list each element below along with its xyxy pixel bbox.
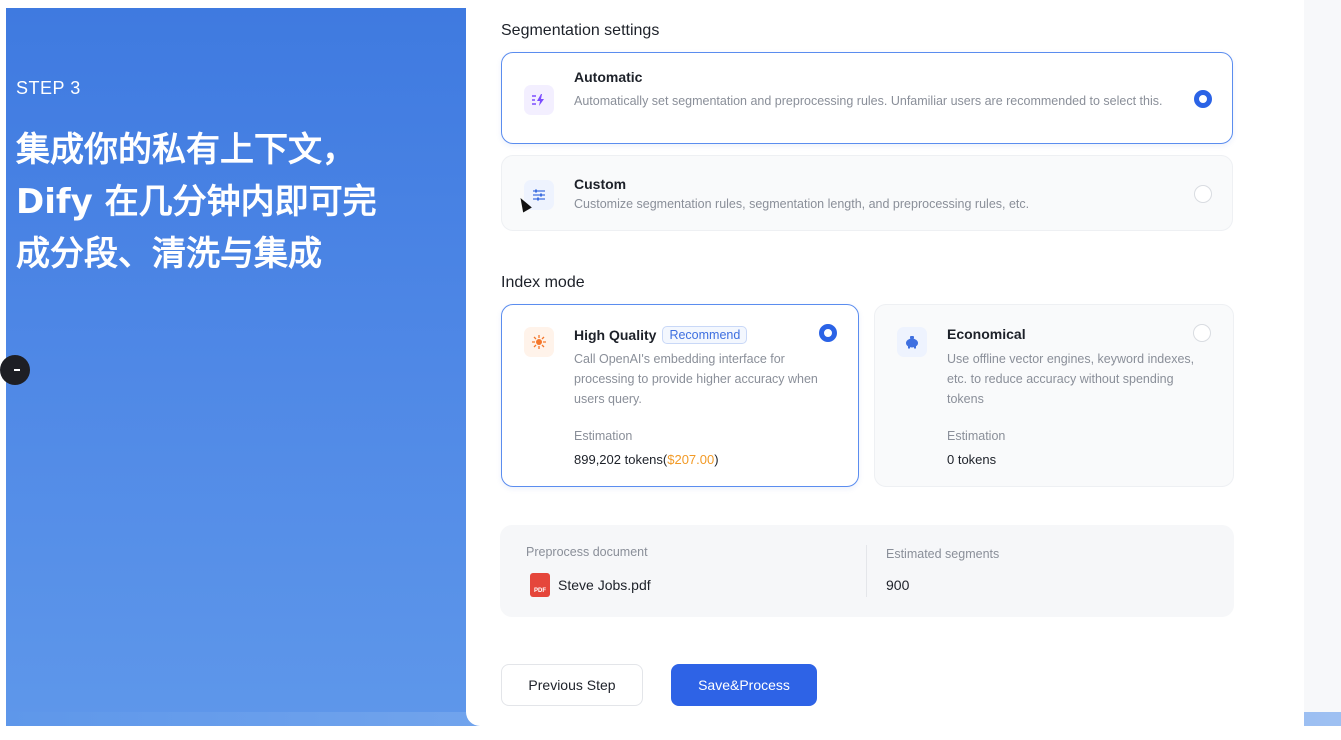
estimated-segments-value: 900 bbox=[886, 577, 910, 593]
sparkle-icon bbox=[524, 327, 554, 357]
option-description: Use offline vector engines, keyword inde… bbox=[947, 352, 1195, 406]
index-mode-title: Index mode bbox=[501, 274, 585, 291]
preprocess-summary: Preprocess document PDF Steve Jobs.pdf E… bbox=[500, 525, 1234, 617]
divider bbox=[866, 545, 867, 597]
option-description: Customize segmentation rules, segmentati… bbox=[574, 197, 1030, 211]
step-label: STEP 3 bbox=[16, 78, 81, 98]
lightning-icon bbox=[524, 85, 554, 115]
hero-title-line: 成分段、清洗与集成 bbox=[16, 234, 322, 274]
estimation-value: 0 tokens bbox=[947, 452, 997, 467]
app-stage: STEP 3 集成你的私有上下文， Dify 在几分钟内即可完 成分段、清洗与集… bbox=[0, 0, 1341, 740]
right-gutter bbox=[1304, 0, 1341, 712]
index-option-economical[interactable]: Economical Use offline vector engines, k… bbox=[874, 304, 1234, 487]
recommend-badge: Recommend bbox=[662, 326, 748, 344]
previous-step-button[interactable]: Previous Step bbox=[501, 664, 643, 706]
option-title: Custom bbox=[574, 176, 627, 192]
option-title: High Quality Recommend bbox=[574, 326, 748, 344]
radio-high-quality[interactable] bbox=[819, 324, 837, 342]
pdf-file-icon: PDF bbox=[530, 573, 550, 597]
option-title: Automatic bbox=[574, 69, 643, 85]
hero-title-line: 集成你的私有上下文， bbox=[16, 130, 356, 170]
save-process-button[interactable]: Save&Process bbox=[671, 664, 817, 706]
preprocess-file-name[interactable]: Steve Jobs.pdf bbox=[558, 577, 651, 593]
option-description: Call OpenAI's embedding interface for pr… bbox=[574, 352, 818, 406]
index-option-high-quality[interactable]: High Quality Recommend Call OpenAI's embe… bbox=[501, 304, 859, 487]
estimated-segments-label: Estimated segments bbox=[886, 547, 1000, 561]
radio-economical[interactable] bbox=[1193, 324, 1211, 342]
hero-panel: STEP 3 集成你的私有上下文， Dify 在几分钟内即可完 成分段、清洗与集… bbox=[0, 8, 476, 722]
estimation-value: 899,202 tokens($207.00) bbox=[574, 452, 719, 467]
segmentation-option-automatic[interactable]: Automatic Automatically set segmentation… bbox=[501, 52, 1233, 144]
token-cost: $207.00 bbox=[667, 452, 715, 467]
token-count: 899,202 tokens( bbox=[574, 452, 668, 467]
option-title: Economical bbox=[947, 326, 1026, 342]
carousel-nav-button[interactable] bbox=[0, 355, 30, 385]
radio-custom[interactable] bbox=[1194, 185, 1212, 203]
segmentation-title: Segmentation settings bbox=[501, 22, 660, 39]
piggy-bank-icon bbox=[897, 327, 927, 357]
hero-title-line: Dify 在几分钟内即可完 bbox=[16, 182, 377, 222]
radio-automatic[interactable] bbox=[1194, 90, 1212, 108]
estimation-label: Estimation bbox=[574, 429, 633, 443]
estimation-label: Estimation bbox=[947, 429, 1006, 443]
token-suffix: ) bbox=[714, 452, 719, 467]
segmentation-option-custom[interactable]: Custom Customize segmentation rules, seg… bbox=[501, 155, 1233, 231]
preprocess-doc-label: Preprocess document bbox=[526, 545, 648, 559]
hero-title: 集成你的私有上下文， Dify 在几分钟内即可完 成分段、清洗与集成 bbox=[16, 124, 456, 280]
option-description: Automatically set segmentation and prepr… bbox=[574, 94, 1163, 108]
option-title-text: High Quality bbox=[574, 327, 657, 343]
